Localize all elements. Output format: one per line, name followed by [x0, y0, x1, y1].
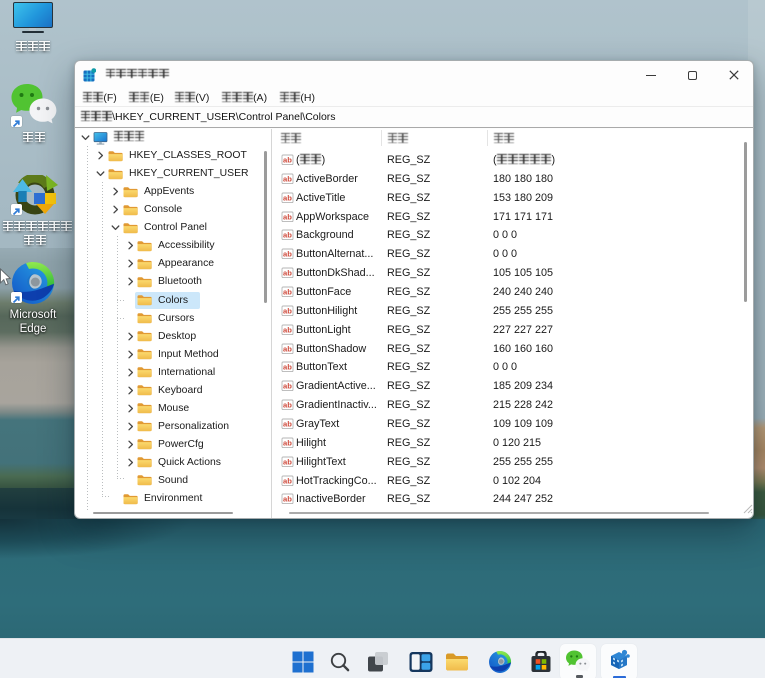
svg-text:ab: ab — [283, 457, 292, 466]
svg-text:ab: ab — [283, 344, 292, 353]
svg-text:ab: ab — [283, 193, 292, 202]
svg-text:ab: ab — [283, 250, 292, 259]
svg-text:ab: ab — [283, 288, 292, 297]
svg-text:ab: ab — [283, 174, 292, 183]
svg-text:ab: ab — [283, 382, 292, 391]
svg-text:ab: ab — [283, 156, 292, 165]
svg-text:ab: ab — [283, 476, 292, 485]
svg-text:ab: ab — [283, 438, 292, 447]
svg-text:ab: ab — [283, 363, 292, 372]
svg-text:ab: ab — [283, 401, 292, 410]
svg-text:ab: ab — [283, 419, 292, 428]
svg-text:ab: ab — [283, 269, 292, 278]
svg-text:ab: ab — [283, 231, 292, 240]
svg-text:ab: ab — [283, 495, 292, 504]
svg-text:ab: ab — [283, 325, 292, 334]
svg-text:ab: ab — [283, 212, 292, 221]
svg-text:ab: ab — [283, 306, 292, 315]
